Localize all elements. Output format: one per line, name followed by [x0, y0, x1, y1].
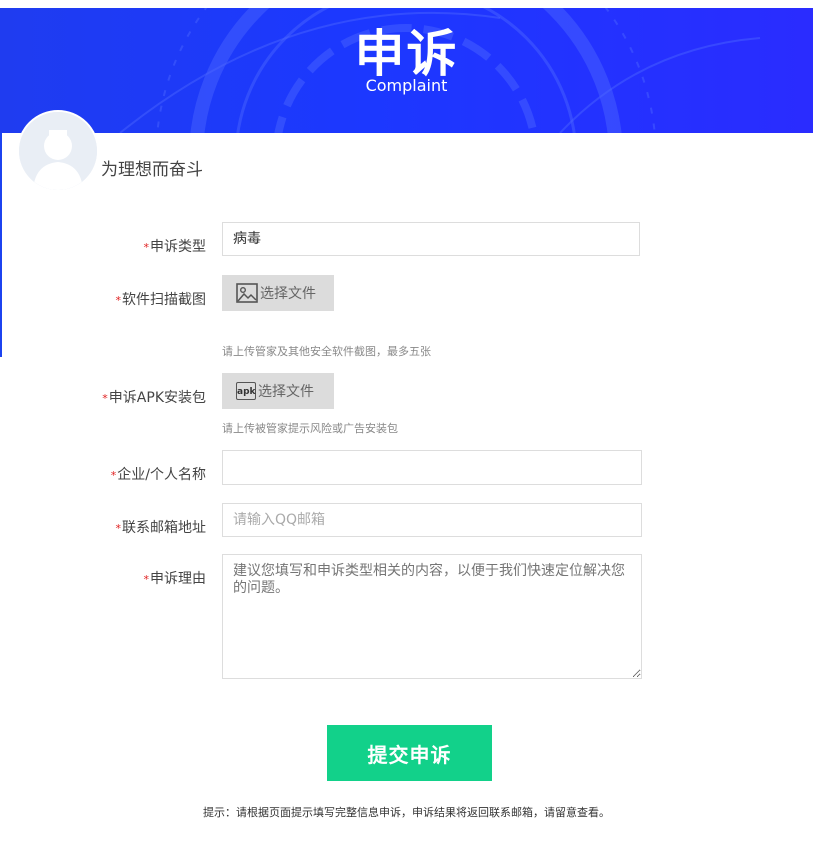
required-star: * — [102, 392, 108, 405]
required-star: * — [110, 469, 117, 482]
required-star: * — [115, 522, 122, 535]
avatar[interactable] — [17, 110, 99, 192]
apk-upload-label: 选择文件 — [258, 384, 314, 400]
footer-tip: 提示：请根据页面提示填写完整信息申诉，申诉结果将返回联系邮箱，请留意查看。 — [203, 806, 610, 819]
apk-icon: apk — [236, 382, 256, 400]
complaint-type-field[interactable]: 病毒 — [222, 222, 640, 256]
reason-label: *申诉理由 — [143, 571, 207, 587]
company-label: *企业/个人名称 — [110, 467, 206, 483]
username: 为理想而奋斗 — [101, 160, 203, 180]
screenshot-upload-button[interactable]: 选择文件 — [222, 275, 334, 311]
user-avatar-icon — [19, 112, 97, 190]
top-strip — [0, 0, 813, 8]
required-star: * — [143, 573, 150, 586]
email-label: *联系邮箱地址 — [115, 520, 207, 536]
banner-subtitle: Complaint — [365, 76, 448, 95]
reason-textarea[interactable] — [222, 554, 642, 679]
apk-hint: 请上传被管家提示风险或广告安装包 — [222, 422, 398, 435]
apk-label: *申诉APK安装包 — [102, 390, 206, 406]
apk-upload-button[interactable]: apk 选择文件 — [222, 373, 334, 409]
required-star: * — [115, 294, 122, 307]
required-star: * — [143, 241, 150, 254]
image-icon — [236, 283, 258, 303]
email-input[interactable]: 请输入QQ邮箱 — [222, 503, 642, 537]
submit-button[interactable]: 提交申诉 — [327, 725, 492, 781]
company-name-input[interactable] — [222, 450, 642, 485]
screenshot-hint: 请上传管家及其他安全软件截图，最多五张 — [222, 345, 431, 358]
screenshot-upload-label: 选择文件 — [260, 286, 316, 302]
header-banner: 申诉 Complaint — [0, 8, 813, 133]
screenshot-label: *软件扫描截图 — [115, 292, 207, 308]
complaint-type-label: *申诉类型 — [143, 239, 207, 255]
